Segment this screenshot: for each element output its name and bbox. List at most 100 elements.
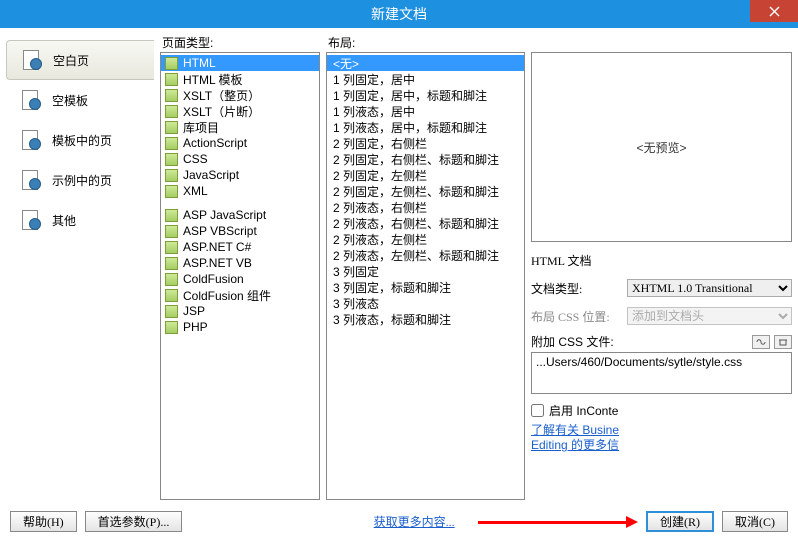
page-type-item[interactable]: 库项目 [161,119,319,135]
page-icon [20,89,42,111]
close-button[interactable] [750,0,798,22]
doctype-select[interactable]: XHTML 1.0 Transitional [627,279,792,297]
category-label: 空模板 [52,92,88,109]
learn-business-link[interactable]: 了解有关 Busine [531,423,792,438]
page-type-label: ASP.NET C# [183,240,251,254]
page-type-item[interactable]: CSS [161,151,319,167]
annotation-arrow [478,521,628,524]
layout-item[interactable]: 3 列液态 [327,295,524,311]
page-type-item[interactable]: ASP VBScript [161,223,319,239]
file-type-icon [165,321,178,334]
page-type-header: 页面类型: [160,34,320,52]
layoutcss-select: 添加到文档头 [627,307,792,325]
layout-item[interactable]: 2 列液态，右侧栏、标题和脚注 [327,215,524,231]
page-type-item[interactable]: ASP JavaScript [161,207,319,223]
page-icon [20,169,42,191]
page-type-label: ASP JavaScript [183,208,266,222]
page-type-item[interactable]: JavaScript [161,167,319,183]
layout-label: 3 列固定 [333,263,379,280]
layout-item[interactable]: 3 列固定，标题和脚注 [327,279,524,295]
page-type-list[interactable]: HTMLHTML 模板XSLT（整页）XSLT（片断）库项目ActionScri… [160,52,320,500]
page-type-label: ColdFusion [183,272,244,286]
layout-item[interactable]: <无> [327,55,524,71]
layout-item[interactable]: 2 列液态，左侧栏、标题和脚注 [327,247,524,263]
file-type-icon [165,121,178,134]
get-more-content-link[interactable]: 获取更多内容... [374,513,455,530]
cancel-button[interactable]: 取消(C) [722,511,788,532]
attachcss-label: 附加 CSS 文件: [531,333,748,350]
attach-css-remove-button[interactable] [774,335,792,349]
help-button[interactable]: 帮助(H) [10,511,77,532]
layout-label: 3 列固定，标题和脚注 [333,279,451,296]
attach-css-link-button[interactable] [752,335,770,349]
file-type-icon [165,105,178,118]
learn-editing-link[interactable]: Editing 的更多信 [531,438,792,453]
layout-item[interactable]: 2 列固定，左侧栏、标题和脚注 [327,183,524,199]
page-type-item[interactable]: ASP.NET VB [161,255,319,271]
layout-label: 1 列固定，居中 [333,71,415,88]
page-type-label: ColdFusion 组件 [183,287,271,304]
category-item-2[interactable]: 模板中的页 [6,120,154,160]
layout-item[interactable]: 3 列固定 [327,263,524,279]
layout-item[interactable]: 1 列固定，居中，标题和脚注 [327,87,524,103]
doc-type-description: HTML 文档 [531,252,792,269]
page-icon [20,209,42,231]
attached-css-listbox[interactable]: ...Users/460/Documents/sytle/style.css [531,352,792,394]
category-item-1[interactable]: 空模板 [6,80,154,120]
doctype-label: 文档类型: [531,280,621,297]
file-type-icon [165,169,178,182]
page-type-item[interactable]: XSLT（整页） [161,87,319,103]
layout-label: 2 列液态，右侧栏、标题和脚注 [333,215,499,232]
page-type-item[interactable]: ColdFusion 组件 [161,287,319,303]
page-type-item[interactable]: HTML [161,55,319,71]
file-type-icon [165,305,178,318]
page-type-label: PHP [183,320,208,334]
trash-icon [778,338,788,346]
page-type-item[interactable]: ActionScript [161,135,319,151]
category-label: 模板中的页 [52,132,112,149]
preview-pane: <无预览> [531,52,792,242]
layout-list[interactable]: <无>1 列固定，居中1 列固定，居中，标题和脚注1 列液态，居中1 列液态，居… [326,52,525,500]
page-type-label: 库项目 [183,119,219,136]
layout-item[interactable]: 2 列液态，右侧栏 [327,199,524,215]
page-type-label: XSLT（片断） [183,103,260,120]
page-icon [21,49,43,71]
layout-label: 2 列固定，左侧栏 [333,167,427,184]
page-type-item[interactable]: JSP [161,303,319,319]
page-type-label: ASP VBScript [183,224,257,238]
page-type-item[interactable]: ASP.NET C# [161,239,319,255]
page-type-item[interactable]: HTML 模板 [161,71,319,87]
layout-item[interactable]: 2 列固定，左侧栏 [327,167,524,183]
category-label: 示例中的页 [52,172,112,189]
preferences-button[interactable]: 首选参数(P)... [85,511,183,532]
layout-item[interactable]: 1 列液态，居中 [327,103,524,119]
page-type-item[interactable]: ColdFusion [161,271,319,287]
layout-item[interactable]: 1 列液态，居中，标题和脚注 [327,119,524,135]
layout-item[interactable]: 2 列固定，右侧栏 [327,135,524,151]
layout-label: 2 列固定，左侧栏、标题和脚注 [333,183,499,200]
file-type-icon [165,241,178,254]
dialog-footer: 帮助(H) 首选参数(P)... 获取更多内容... 创建(R) 取消(C) [0,506,798,536]
enable-incontext-checkbox[interactable] [531,404,544,417]
file-type-icon [165,137,178,150]
layout-label: 3 列液态，标题和脚注 [333,311,451,328]
layout-item[interactable]: 1 列固定，居中 [327,71,524,87]
layout-label: 2 列液态，左侧栏 [333,231,427,248]
layout-item[interactable]: 2 列固定，右侧栏、标题和脚注 [327,151,524,167]
category-item-0[interactable]: 空白页 [6,40,154,80]
page-type-label: JSP [183,304,205,318]
help-links: 了解有关 Busine Editing 的更多信 [531,423,792,453]
layout-item[interactable]: 2 列液态，左侧栏 [327,231,524,247]
page-type-item[interactable]: XSLT（片断） [161,103,319,119]
create-button[interactable]: 创建(R) [646,511,714,532]
layout-item[interactable]: 3 列液态，标题和脚注 [327,311,524,327]
page-type-item[interactable]: PHP [161,319,319,335]
page-type-label: HTML [183,56,216,70]
category-item-4[interactable]: 其他 [6,200,154,240]
enable-incontext-label: 启用 InConte [549,402,618,419]
category-item-3[interactable]: 示例中的页 [6,160,154,200]
attached-css-item[interactable]: ...Users/460/Documents/sytle/style.css [536,355,787,369]
file-type-icon [165,225,178,238]
page-icon [20,129,42,151]
page-type-item[interactable]: XML [161,183,319,199]
